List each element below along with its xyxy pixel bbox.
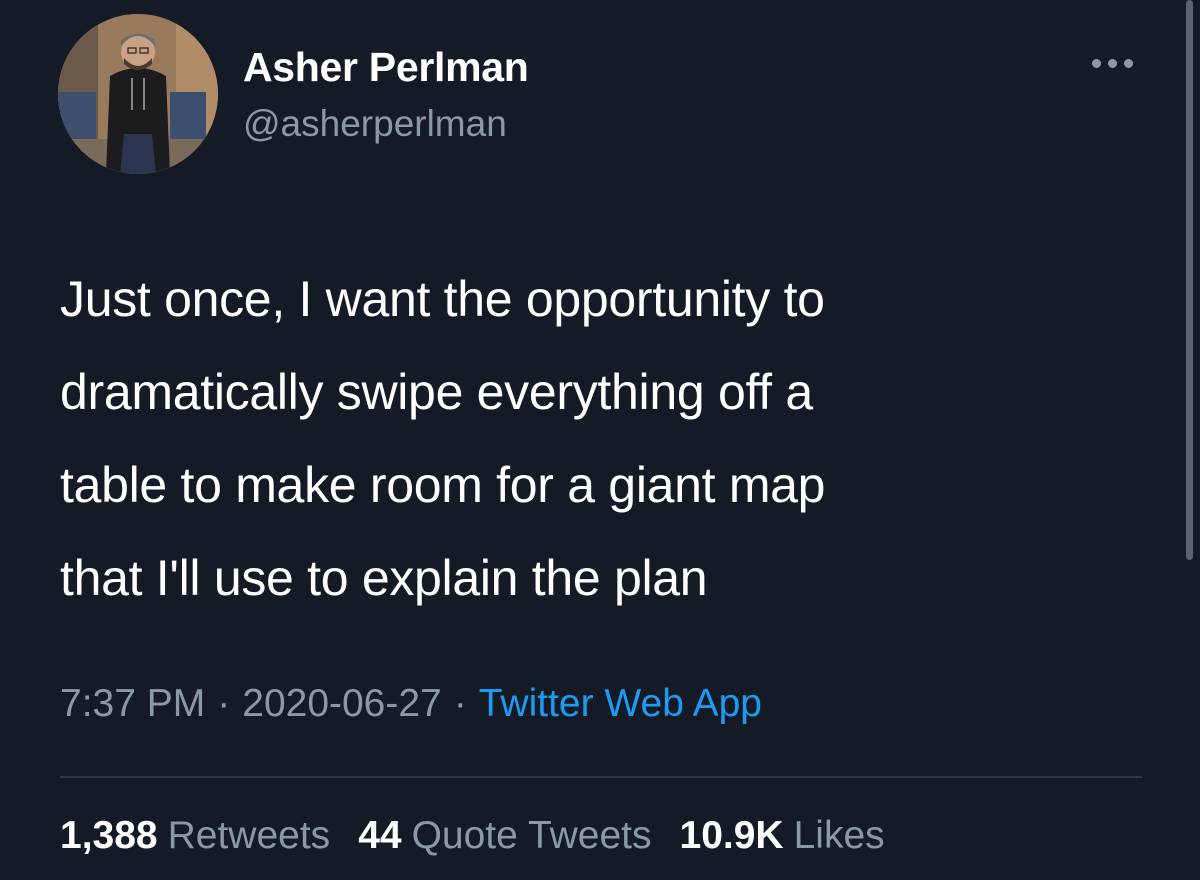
tweet-stats: 1,388 Retweets 44 Quote Tweets 10.9K Likes — [60, 814, 885, 858]
scrollbar[interactable] — [1186, 0, 1193, 560]
tweet-text-line: dramatically swipe everything off a — [60, 364, 813, 420]
retweets-label: Retweets — [167, 814, 331, 857]
avatar-photo — [58, 14, 218, 174]
tweet-detail: Asher Perlman @asherperlman Just once, I… — [0, 0, 1200, 880]
tweet-date[interactable]: 2020-06-27 — [242, 682, 442, 725]
quote-tweets-label: Quote Tweets — [411, 814, 652, 857]
user-name[interactable]: Asher Perlman — [243, 44, 529, 91]
retweets-count: 1,388 — [60, 814, 158, 857]
tweet-text-line: table to make room for a giant map — [60, 457, 826, 513]
more-options-button[interactable] — [1086, 48, 1138, 78]
tweet-text-line: Just once, I want the opportunity to — [60, 271, 825, 327]
tweet-source-link[interactable]: Twitter Web App — [479, 682, 762, 725]
quote-tweets-count: 44 — [358, 814, 402, 857]
user-handle[interactable]: @asherperlman — [243, 103, 507, 145]
likes-stat[interactable]: 10.9K Likes — [680, 814, 885, 858]
more-horizontal-icon — [1091, 58, 1133, 68]
retweets-stat[interactable]: 1,388 Retweets — [60, 814, 330, 858]
tweet-text-line: that I'll use to explain the plan — [60, 550, 708, 606]
tweet-time[interactable]: 7:37 PM — [60, 682, 205, 725]
tweet-text: Just once, I want the opportunity to dra… — [60, 253, 1120, 625]
tweet-metadata: 7:37 PM · 2020-06-27 · Twitter Web App — [60, 682, 762, 726]
divider — [60, 776, 1142, 778]
quote-tweets-stat[interactable]: 44 Quote Tweets — [358, 814, 651, 858]
avatar[interactable] — [58, 14, 218, 174]
likes-count: 10.9K — [679, 814, 784, 857]
meta-separator: · — [217, 682, 231, 725]
likes-label: Likes — [793, 814, 885, 857]
meta-separator: · — [453, 682, 467, 725]
